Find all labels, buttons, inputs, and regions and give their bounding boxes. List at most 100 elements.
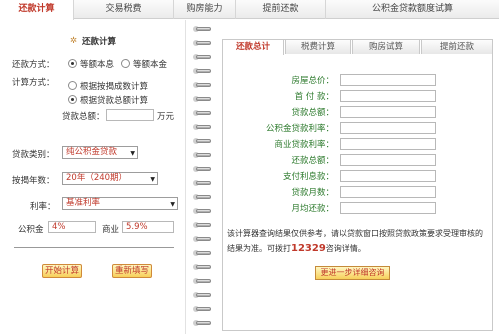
disclaimer-note: 该计算器查询结果仅供参考，请以贷款窗口按照贷款政策要求受理审核的结果为准。可拨打… bbox=[227, 226, 489, 256]
loan-type-select[interactable]: 纯公积金贷款 ▼ bbox=[62, 146, 138, 159]
ring-wire bbox=[196, 265, 211, 269]
repay-form-panel: ✲ 还款计算 还款方式： 等额本息 等额本金 计算方式： 根据按揭成数计算 根据… bbox=[0, 20, 186, 334]
spiral-ring bbox=[193, 262, 211, 272]
down-payment-field[interactable] bbox=[340, 90, 436, 102]
label-house-price: 房屋总价： bbox=[291, 76, 334, 86]
label-fund-rate: 公积金贷款利率： bbox=[265, 124, 334, 134]
ring-wire bbox=[196, 237, 211, 241]
spiral-ring bbox=[193, 248, 211, 258]
ring-wire bbox=[196, 321, 211, 325]
loan-total-unit: 万元 bbox=[157, 112, 175, 122]
title-icon: ✲ bbox=[70, 36, 78, 46]
ring-wire bbox=[196, 111, 211, 115]
by-total-label: 根据贷款总额计算 bbox=[80, 96, 149, 106]
top-tab-bar: 还款计算 交易税费 购房能力 提前还款 公积金贷款额度试算 bbox=[0, 0, 499, 20]
equal-interest-label: 等额本息 bbox=[80, 60, 115, 70]
ring-wire bbox=[196, 125, 211, 129]
ring-wire bbox=[196, 181, 211, 185]
dropdown-arrow-icon: ▼ bbox=[150, 176, 155, 183]
house-price-field[interactable] bbox=[340, 74, 436, 86]
biz-rate-label: 商业 bbox=[102, 225, 120, 235]
divider bbox=[14, 247, 174, 248]
ring-wire bbox=[196, 307, 211, 311]
subtab-repay-summary[interactable]: 还款总计 bbox=[222, 39, 284, 55]
rate-value: 基准利率 bbox=[66, 198, 101, 208]
spiral-ring bbox=[193, 164, 211, 174]
rate-label: 利率： bbox=[30, 202, 56, 212]
detailed-consult-button[interactable]: 更进一步详细咨询 bbox=[315, 266, 390, 280]
years-select[interactable]: 20年（240期） ▼ bbox=[62, 172, 158, 185]
loan-total-label: 贷款总额： bbox=[62, 112, 105, 122]
spiral-ring bbox=[193, 94, 211, 104]
subtab-prepayment[interactable]: 提前还款 bbox=[421, 39, 493, 54]
radio-by-mortgage[interactable] bbox=[68, 81, 77, 90]
radio-equal-principal[interactable] bbox=[121, 59, 130, 68]
ring-wire bbox=[196, 83, 211, 87]
reset-button[interactable]: 重新填写 bbox=[112, 264, 152, 278]
biz-rate-field[interactable] bbox=[340, 138, 436, 150]
fund-rate-input[interactable]: 4% bbox=[48, 221, 96, 233]
spiral-ring bbox=[193, 136, 211, 146]
label-biz-rate: 商业贷款利率： bbox=[274, 140, 334, 150]
tab-transaction-tax[interactable]: 交易税费 bbox=[74, 0, 174, 19]
result-panel: 房屋总价： 首 付 款： 贷款总额： 公积金贷款利率： 商业贷款利率： 还款总额… bbox=[216, 20, 499, 334]
biz-rate-input[interactable]: 5.9% bbox=[122, 221, 174, 233]
label-loan-total: 贷款总额： bbox=[291, 108, 334, 118]
ring-wire bbox=[196, 139, 211, 143]
equal-principal-label: 等额本金 bbox=[133, 60, 168, 70]
form-title: 还款计算 bbox=[82, 37, 117, 47]
years-label: 按揭年数： bbox=[12, 176, 55, 186]
ring-wire bbox=[196, 293, 211, 297]
spiral-ring bbox=[193, 234, 211, 244]
fund-rate-field[interactable] bbox=[340, 122, 436, 134]
tab-fund-quota[interactable]: 公积金贷款额度试算 bbox=[326, 0, 499, 19]
label-down-payment: 首 付 款： bbox=[294, 92, 334, 102]
interest-field[interactable] bbox=[340, 170, 436, 182]
ring-wire bbox=[196, 27, 211, 31]
ring-wire bbox=[196, 69, 211, 73]
disclaimer-suffix: 咨询详情。 bbox=[325, 244, 366, 253]
radio-equal-interest[interactable] bbox=[68, 59, 77, 68]
spiral-ring bbox=[193, 80, 211, 90]
ring-wire bbox=[196, 97, 211, 101]
loan-total-input[interactable] bbox=[106, 109, 154, 121]
spiral-ring bbox=[193, 24, 211, 34]
start-calc-button[interactable]: 开始计算 bbox=[42, 264, 82, 278]
subtab-buy-calc[interactable]: 购房试算 bbox=[352, 39, 420, 54]
ring-wire bbox=[196, 167, 211, 171]
label-repay-total: 还款总额： bbox=[291, 156, 334, 166]
hotline-number: 12329 bbox=[291, 243, 326, 254]
spiral-ring bbox=[193, 276, 211, 286]
tab-prepayment[interactable]: 提前还款 bbox=[236, 0, 326, 19]
spiral-ring bbox=[193, 66, 211, 76]
rate-select[interactable]: 基准利率 ▼ bbox=[62, 197, 178, 210]
spiral-ring bbox=[193, 304, 211, 314]
repay-total-field[interactable] bbox=[340, 154, 436, 166]
years-value: 20年（240期） bbox=[66, 173, 128, 183]
spiral-ring bbox=[193, 192, 211, 202]
tab-repay-calc[interactable]: 还款计算 bbox=[0, 0, 74, 20]
fund-rate-label: 公积金 bbox=[18, 225, 44, 235]
by-mortgage-label: 根据按揭成数计算 bbox=[80, 82, 149, 92]
ring-wire bbox=[196, 209, 211, 213]
spiral-ring bbox=[193, 38, 211, 48]
ring-wire bbox=[196, 153, 211, 157]
result-frame: 房屋总价： 首 付 款： 贷款总额： 公积金贷款利率： 商业贷款利率： 还款总额… bbox=[222, 39, 493, 331]
loan-type-value: 纯公积金贷款 bbox=[66, 147, 118, 157]
spiral-ring bbox=[193, 318, 211, 328]
ring-wire bbox=[196, 223, 211, 227]
months-field[interactable] bbox=[340, 186, 436, 198]
monthly-field[interactable] bbox=[340, 202, 436, 214]
loan-total-field[interactable] bbox=[340, 106, 436, 118]
spiral-ring bbox=[193, 220, 211, 230]
label-monthly: 月均还款： bbox=[291, 204, 334, 214]
calc-mode-label: 计算方式： bbox=[12, 78, 55, 88]
spiral-ring bbox=[193, 206, 211, 216]
spiral-ring bbox=[193, 52, 211, 62]
notebook-spiral bbox=[189, 20, 215, 334]
radio-by-total[interactable] bbox=[68, 95, 77, 104]
subtab-tax-calc[interactable]: 税费计算 bbox=[285, 39, 351, 54]
repay-mode-label: 还款方式： bbox=[12, 60, 55, 70]
tab-purchase-ability[interactable]: 购房能力 bbox=[174, 0, 236, 19]
dropdown-arrow-icon: ▼ bbox=[130, 150, 135, 157]
